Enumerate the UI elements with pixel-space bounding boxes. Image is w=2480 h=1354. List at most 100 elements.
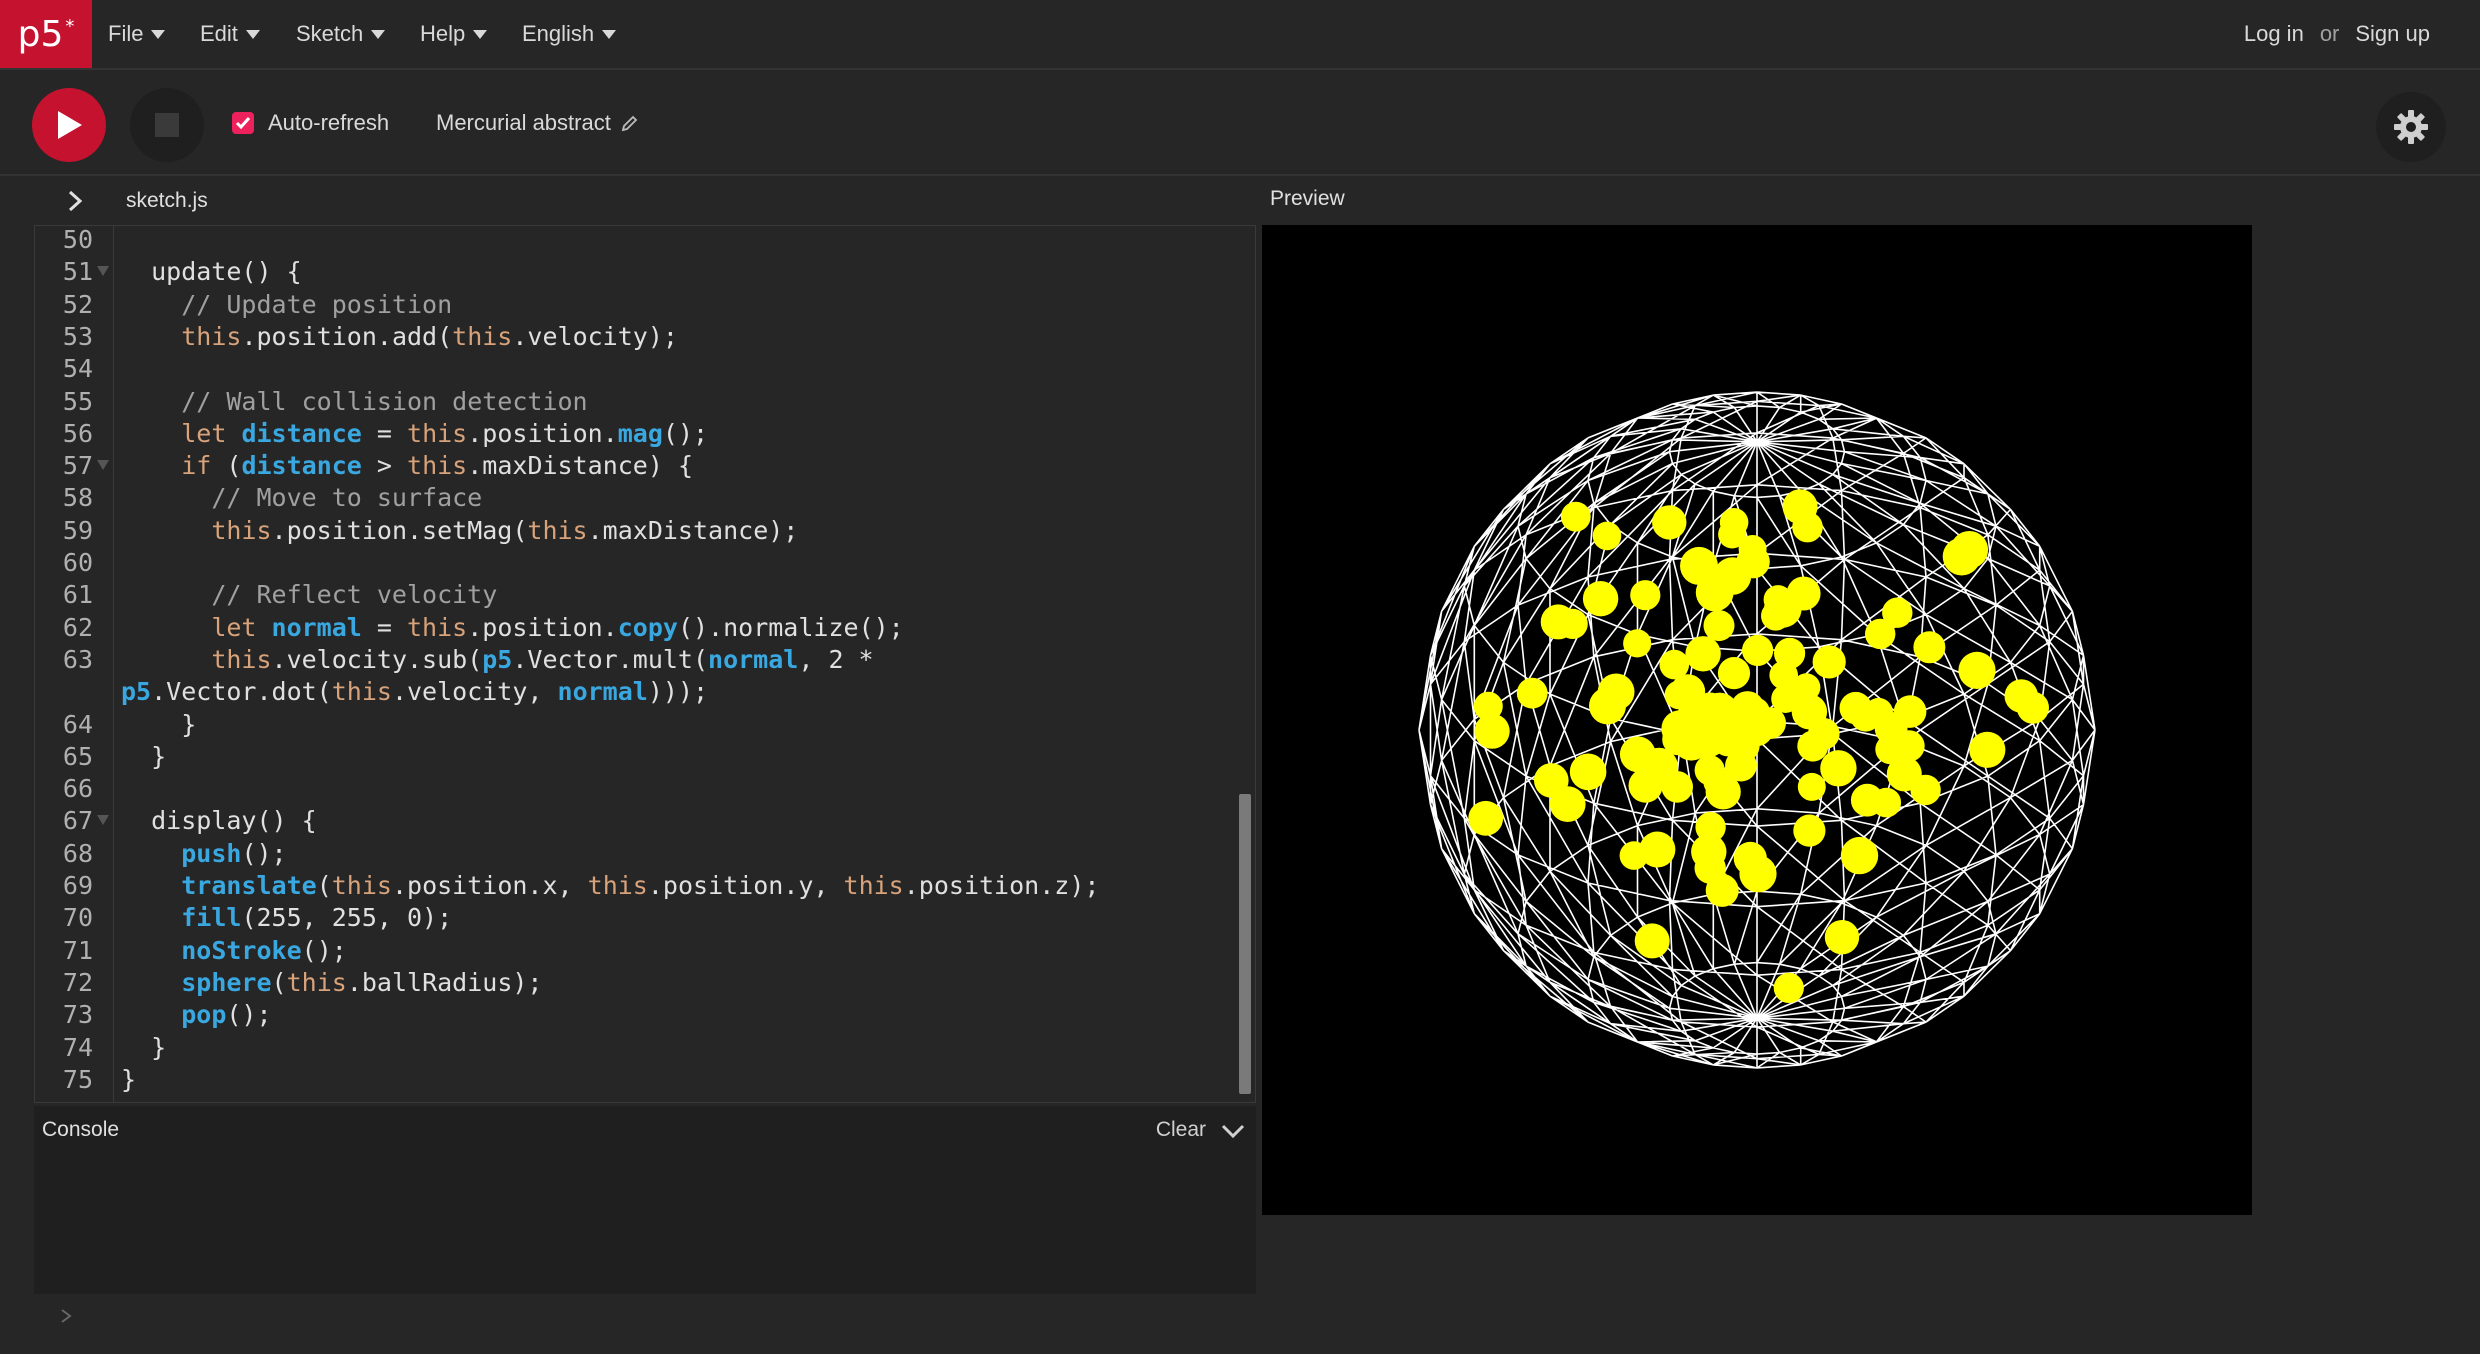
yellow-ball — [1703, 610, 1735, 642]
preview-canvas[interactable] — [1262, 225, 2252, 1215]
yellow-ball — [1773, 972, 1804, 1004]
pencil-icon[interactable] — [621, 114, 639, 132]
code-line[interactable]: 51 update() { — [35, 256, 1255, 288]
sketch-name-text: Mercurial abstract — [436, 110, 611, 135]
code-text: translate(this.position.x, this.position… — [181, 871, 1100, 900]
chevron-down-icon[interactable] — [1220, 1118, 1246, 1144]
code-text: sphere(this.ballRadius); — [181, 967, 543, 997]
line-number: 65 — [62, 741, 93, 771]
code-line[interactable]: 69 translate(this.position.x, this.posit… — [35, 870, 1255, 902]
code-editor[interactable]: 50 51 update() {52 // Update position 53 t… — [34, 225, 1256, 1103]
yellow-ball — [1592, 521, 1622, 551]
code-line[interactable]: 64 } — [35, 709, 1255, 741]
yellow-ball — [1786, 576, 1821, 611]
code-line[interactable]: 55 // Wall collision detection — [35, 386, 1255, 418]
preview-label: Preview — [1270, 187, 1345, 210]
code-line[interactable]: 68 push(); — [35, 838, 1255, 870]
code-line[interactable]: 73 pop(); — [35, 999, 1255, 1031]
yellow-ball — [1774, 637, 1806, 669]
code-line[interactable]: 72 sphere(this.ballRadius); — [35, 967, 1255, 999]
code-line[interactable]: 53 this.position.add(this.velocity); — [35, 321, 1255, 353]
code-line[interactable]: 75} — [35, 1064, 1255, 1096]
p5-logo[interactable]: p5 * — [0, 0, 92, 68]
code-line[interactable]: 58 // Move to surface — [35, 482, 1255, 514]
line-number: 67 — [62, 806, 93, 836]
file-tab-sketch-js[interactable]: sketch.js — [126, 189, 208, 213]
yellow-ball — [1516, 677, 1548, 709]
line-number: 64 — [62, 709, 93, 739]
code-line[interactable]: 65 } — [35, 741, 1255, 773]
code-line[interactable]: 50 — [35, 225, 1255, 256]
yellow-ball — [2004, 679, 2039, 713]
file-tab-bar: sketch.js — [34, 178, 1256, 224]
play-button[interactable] — [32, 88, 106, 162]
code-text: this.position.setMag(this.maxDistance); — [211, 515, 799, 545]
yellow-ball — [1630, 580, 1661, 611]
yellow-ball — [1719, 508, 1749, 537]
autorefresh-checkbox[interactable] — [232, 112, 254, 134]
sketch-name[interactable]: Mercurial abstract — [436, 110, 639, 136]
stop-button[interactable] — [130, 88, 204, 162]
yellow-ball — [1969, 731, 2006, 768]
settings-button[interactable] — [2376, 92, 2446, 162]
code-line[interactable]: 74 } — [35, 1032, 1255, 1064]
line-number: 52 — [62, 289, 93, 319]
yellow-ball — [1958, 651, 1996, 689]
code-line[interactable]: 57 if (distance > this.maxDistance) { — [35, 450, 1255, 482]
fold-arrow-icon[interactable] — [97, 266, 109, 277]
code-line[interactable]: 70 fill(255, 255, 0); — [35, 902, 1255, 934]
code-text: pop(); — [181, 1000, 272, 1030]
stop-icon — [155, 113, 179, 137]
autorefresh-toggle[interactable]: Auto-refresh — [232, 110, 389, 136]
fold-arrow-icon[interactable] — [97, 815, 109, 826]
yellow-ball — [1691, 834, 1727, 870]
wireframe-sphere-render — [1418, 391, 2096, 1069]
line-number: 50 — [62, 225, 93, 254]
yellow-ball — [1742, 634, 1774, 666]
code-text: } — [121, 1032, 167, 1062]
menu-sketch[interactable]: Sketch — [296, 0, 386, 68]
yellow-ball — [1739, 855, 1777, 893]
signup-link[interactable]: Sign up — [2355, 21, 2430, 47]
editor-scrollbar[interactable] — [1239, 794, 1251, 1094]
code-line[interactable]: 60 — [35, 547, 1255, 579]
menu-help[interactable]: Help — [420, 0, 488, 68]
code-line[interactable]: 66 — [35, 773, 1255, 805]
code-text: let normal = this.position.copy().normal… — [211, 612, 904, 642]
console-output — [34, 1154, 1256, 1294]
line-number: 69 — [62, 871, 93, 900]
yellow-ball — [1473, 691, 1503, 721]
sidebar-toggle[interactable] — [60, 186, 90, 216]
code-line[interactable]: 63 this.velocity.sub(p5.Vector.mult(norm… — [35, 644, 1255, 676]
autorefresh-label: Auto-refresh — [268, 110, 390, 135]
menu-file[interactable]: File — [108, 0, 166, 68]
code-line[interactable]: 54 — [35, 353, 1255, 385]
auth-links: Log in or Sign up — [2244, 0, 2430, 68]
yellow-ball — [1623, 629, 1652, 658]
code-line[interactable]: 71 noStroke(); — [35, 935, 1255, 967]
console-header: Console Clear — [34, 1106, 1256, 1154]
code-line[interactable]: 59 this.position.setMag(this.maxDistance… — [35, 515, 1255, 547]
code-line[interactable]: 56 let distance = this.position.mag(); — [35, 418, 1255, 450]
code-line[interactable]: p5.Vector.dot(this.velocity, normal))); — [35, 676, 1255, 708]
yellow-ball — [1560, 501, 1591, 532]
fold-arrow-icon[interactable] — [97, 460, 109, 471]
caret-down-icon — [602, 29, 617, 39]
menu-edit[interactable]: Edit — [200, 0, 260, 68]
yellow-ball — [1797, 772, 1826, 801]
code-text: display() { — [121, 806, 317, 836]
yellow-ball — [1664, 680, 1694, 710]
console-prompt-icon[interactable] — [56, 1306, 76, 1326]
yellow-ball — [1840, 836, 1879, 875]
code-line[interactable]: 61 // Reflect velocity — [35, 579, 1255, 611]
code-text: // Wall collision detection — [181, 386, 588, 416]
code-line[interactable]: 67 display() { — [35, 805, 1255, 837]
code-line[interactable]: 62 let normal = this.position.copy().nor… — [35, 612, 1255, 644]
code-line[interactable]: 52 // Update position — [35, 289, 1255, 321]
console-clear-button[interactable]: Clear — [1156, 1118, 1206, 1142]
yellow-ball — [1865, 618, 1896, 650]
line-number: 56 — [62, 418, 93, 448]
login-link[interactable]: Log in — [2244, 21, 2304, 47]
yellow-ball — [1913, 631, 1946, 664]
menu-language[interactable]: English — [522, 0, 617, 68]
